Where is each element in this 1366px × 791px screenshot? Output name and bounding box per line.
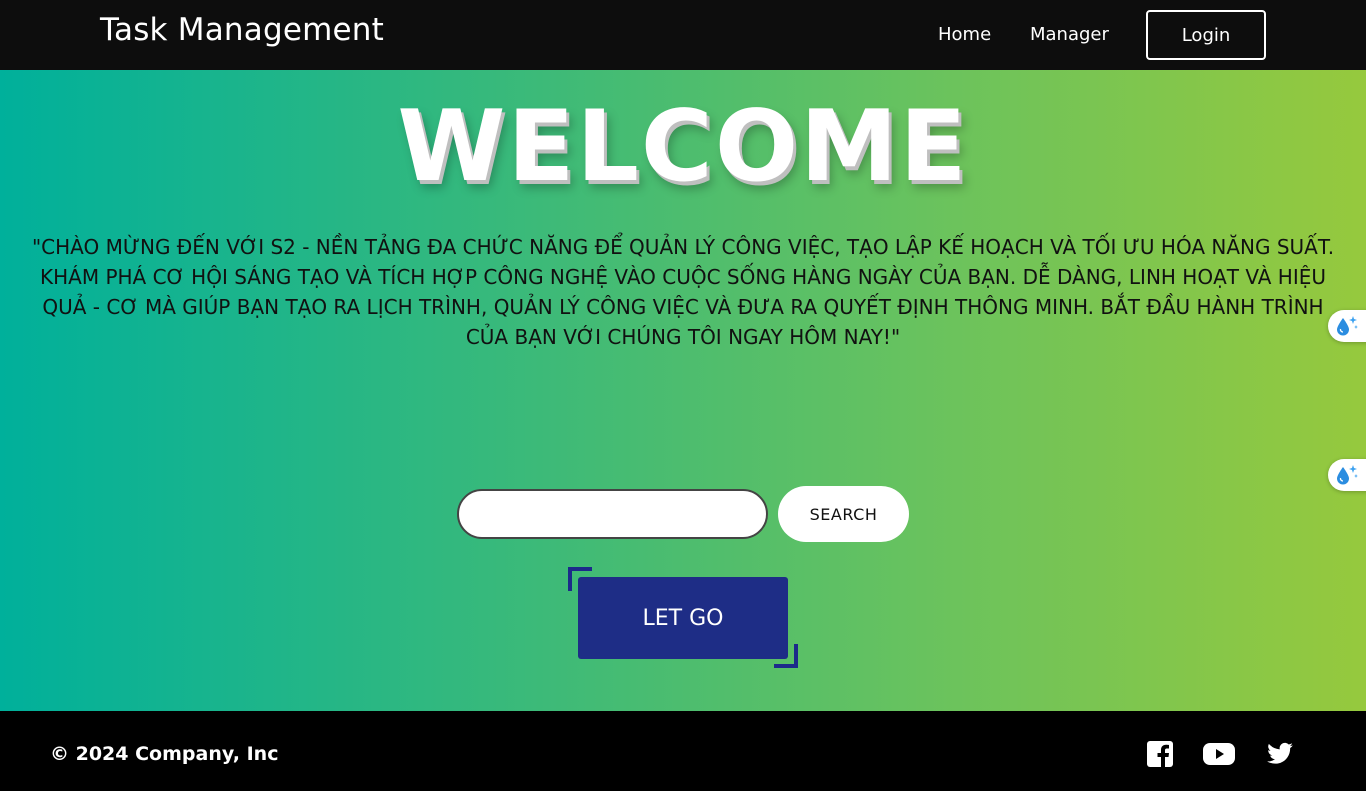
- nav-manager-link[interactable]: Manager: [1030, 24, 1109, 45]
- search-input[interactable]: [457, 489, 768, 539]
- youtube-icon[interactable]: [1203, 740, 1235, 772]
- water-drop-sparkle-icon: [1337, 465, 1358, 485]
- hero-section: WELCOME "CHÀO MỪNG ĐẾN VỚI S2 - NỀN TẢNG…: [0, 70, 1366, 711]
- footer: © 2024 Company, Inc: [0, 711, 1366, 791]
- water-drop-sparkle-icon: [1337, 316, 1358, 336]
- brand-title[interactable]: Task Management: [100, 12, 384, 48]
- login-button[interactable]: Login: [1146, 10, 1266, 60]
- side-widget-tab[interactable]: [1328, 310, 1366, 342]
- top-navbar: Task Management Home Manager Login: [0, 0, 1366, 70]
- search-button[interactable]: SEARCH: [778, 486, 909, 542]
- nav-home-link[interactable]: Home: [938, 24, 991, 45]
- twitter-icon[interactable]: [1266, 740, 1294, 772]
- copyright-text: © 2024 Company, Inc: [50, 743, 279, 765]
- hero-tagline: "CHÀO MỪNG ĐẾN VỚI S2 - NỀN TẢNG ĐA CHỨC…: [31, 235, 1335, 349]
- side-widget-tab[interactable]: [1328, 459, 1366, 491]
- let-go-button[interactable]: LET GO: [578, 577, 788, 659]
- cta-frame: LET GO: [568, 567, 798, 668]
- facebook-icon[interactable]: [1146, 740, 1174, 772]
- welcome-heading: WELCOME: [397, 90, 969, 204]
